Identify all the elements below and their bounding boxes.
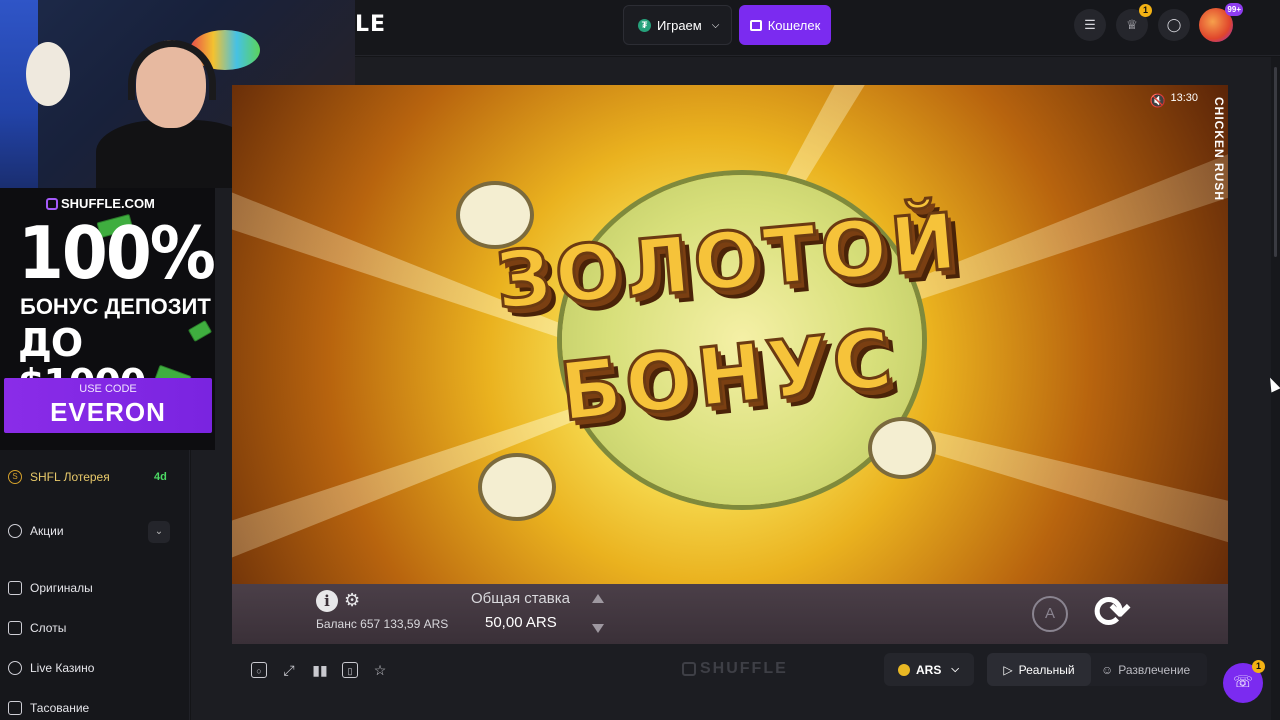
chevron-down-icon: ⌄ (154, 526, 164, 537)
sidebar-item-label: Оригиналы (30, 581, 93, 595)
info-icon[interactable]: i (316, 590, 338, 612)
play-label: Играем (657, 17, 702, 33)
crown-icon: ♕ (1126, 17, 1138, 32)
sidebar-item-live-casino[interactable]: Live Казино (8, 661, 94, 675)
chat-button[interactable]: ◯ (1158, 9, 1190, 41)
currency-dropdown[interactable]: ARS ⌵ (884, 653, 974, 686)
list-icon: ☰ (1084, 17, 1096, 32)
promo-domain: SHUFFLE.COM (46, 196, 155, 211)
headset-icon: ☏ (1232, 674, 1253, 691)
playing-currency-dropdown[interactable]: ₮ Играем ⌵ (623, 5, 732, 45)
bet-increase-button[interactable] (592, 594, 604, 603)
game-name: CHICKEN RUSH (1212, 97, 1226, 202)
lottery-countdown-badge: 4d (154, 471, 167, 483)
originals-icon (8, 581, 22, 595)
rewards-button[interactable]: ♕ 1 (1116, 4, 1152, 41)
promo-code-box: USE CODE EVERON (4, 378, 212, 433)
support-badge: 1 (1252, 660, 1265, 673)
autoplay-button[interactable]: A (1032, 596, 1068, 632)
site-logo[interactable]: LE (355, 12, 386, 37)
refresh-icon: ⟳ (1093, 588, 1131, 637)
sidebar-item-label: Тасование (30, 701, 90, 715)
wallet-button[interactable]: Кошелек (739, 5, 831, 45)
sidebar-item-promotions[interactable]: Акции (8, 524, 64, 538)
fun-mode-label: Развлечение (1118, 662, 1191, 677)
promo-banner: SHUFFLE.COM 100% БОНУС ДЕПОЗИТ ДО $1000 … (0, 188, 215, 450)
webcam-plush-bear (26, 42, 70, 106)
sidebar-item-lottery[interactable]: S SHFL Лотерея (8, 470, 110, 484)
game-clock: 13:30 (1170, 92, 1198, 104)
star-icon[interactable]: ☆ (372, 662, 388, 678)
spin-button[interactable]: ⟳ (1084, 586, 1140, 642)
notification-badge: 99+ (1225, 3, 1243, 16)
smoke-cloud (482, 457, 552, 517)
sidebar-item-shuffle[interactable]: Тасование (8, 701, 89, 715)
theater-mode-icon[interactable]: ▮▮ (312, 662, 328, 678)
total-bet-value: 50,00 ARS (485, 614, 557, 631)
live-casino-icon (8, 661, 22, 675)
play-icon: ▷ (1003, 662, 1013, 677)
gear-icon[interactable]: ⚙ (344, 590, 360, 611)
expand-icon[interactable]: ⤢ (281, 662, 297, 678)
promo-domain-text: SHUFFLE.COM (61, 196, 155, 211)
lottery-icon: S (8, 470, 22, 484)
game-frame[interactable]: ЗОЛОТОЙ БОНУС 🔇 13:30 CHICKEN RUSH (232, 85, 1228, 584)
stats-icon[interactable]: ▯ (342, 662, 358, 678)
fullscreen-icon[interactable]: ○ (251, 662, 267, 678)
wallet-icon (749, 19, 762, 31)
slots-icon (8, 621, 22, 635)
rewards-badge: 1 (1139, 4, 1152, 17)
use-code-label: USE CODE (79, 383, 137, 395)
shuffle-logo-icon (46, 197, 58, 210)
currency-label: ARS (916, 662, 942, 677)
tether-icon: ₮ (638, 18, 651, 32)
shuffle-watermark-text: SHUFFLE (700, 660, 788, 677)
sidebar-item-label: Live Казино (30, 661, 95, 675)
chevron-down-icon: ⌵ (951, 664, 959, 675)
support-chat-button[interactable]: ☏ 1 (1223, 660, 1265, 703)
scrollbar-thumb[interactable] (1274, 67, 1277, 257)
shuffle-icon (8, 701, 22, 715)
balance-text: Баланс 657 133,59 ARS (316, 617, 449, 631)
chat-icon: ◯ (1166, 17, 1182, 32)
promotions-icon (8, 524, 22, 538)
promotions-expand-button[interactable]: ⌄ (148, 521, 170, 543)
sidebar-item-label: Слоты (30, 621, 67, 635)
sidebar-item-originals[interactable]: Оригиналы (8, 581, 93, 595)
smile-icon: ☺ (1101, 662, 1114, 677)
promo-line1: БОНУС ДЕПОЗИТ (20, 294, 211, 319)
real-mode-label: Реальный (1018, 662, 1075, 677)
ars-coin-icon (898, 663, 910, 676)
mute-icon[interactable]: 🔇 (1150, 93, 1166, 109)
wallet-label: Кошелек (767, 17, 821, 33)
promo-code: EVERON (50, 397, 166, 427)
promo-percent: 100% (18, 211, 215, 296)
avatar[interactable]: 99+ (1199, 3, 1243, 42)
chevron-down-icon: ⌵ (711, 19, 720, 31)
shuffle-logo-icon (682, 662, 696, 676)
sidebar-item-label: Акции (30, 524, 64, 538)
total-bet-label: Общая ставка (471, 590, 570, 607)
real-mode-button[interactable]: ▷ Реальный (987, 653, 1091, 686)
bet-decrease-button[interactable] (592, 624, 604, 633)
fun-mode-button[interactable]: ☺ Развлечение (1101, 653, 1201, 686)
smoke-cloud (872, 421, 932, 475)
notes-button[interactable]: ☰ (1074, 9, 1106, 41)
sidebar-item-label: SHFL Лотерея (30, 470, 110, 484)
mode-toggle: ▷ Реальный ☺ Развлечение (987, 653, 1207, 686)
game-control-panel: i ⚙ Баланс 657 133,59 ARS Общая ставка 5… (232, 584, 1228, 644)
game-toolbar: ○ ⤢ ▮▮ ▯ ☆ SHUFFLE ARS ⌵ ▷ Реальный ☺ Ра… (232, 648, 1228, 692)
shuffle-watermark: SHUFFLE (682, 660, 788, 678)
sidebar-item-slots[interactable]: Слоты (8, 621, 66, 635)
